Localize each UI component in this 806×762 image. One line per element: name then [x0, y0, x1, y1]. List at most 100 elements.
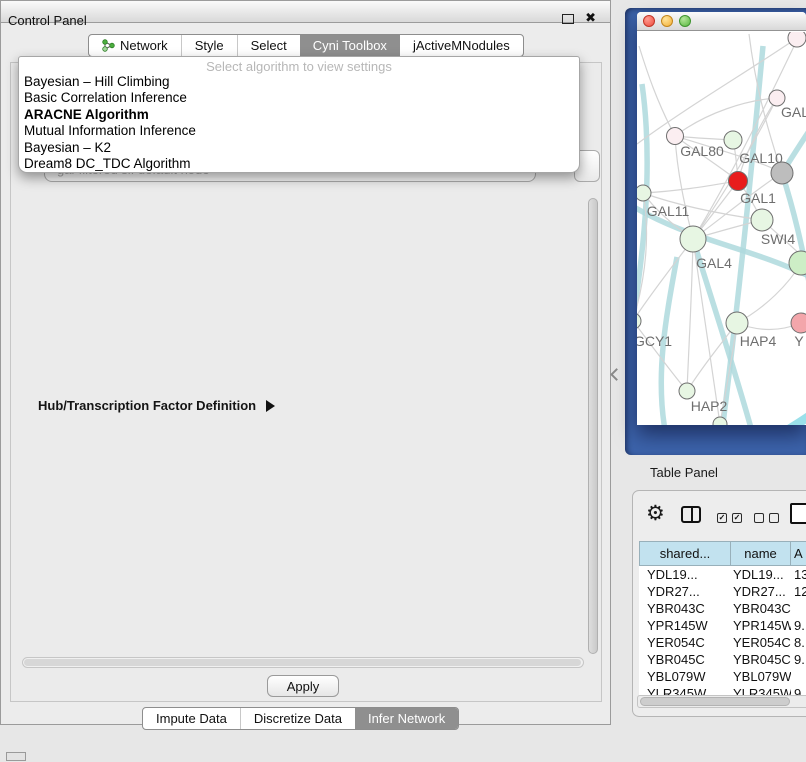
checked-column-icon[interactable]: ✓: [717, 513, 727, 523]
column-header-shared[interactable]: shared...: [639, 541, 731, 566]
tab-network[interactable]: Network: [89, 35, 181, 56]
tab-impute-data-label: Impute Data: [156, 711, 227, 726]
table-cell: YBR045C: [731, 651, 791, 668]
tab-discretize-data-label: Discretize Data: [254, 711, 342, 726]
network-node-gal1[interactable]: [729, 172, 748, 191]
tab-select[interactable]: Select: [237, 35, 300, 56]
zoom-button[interactable]: [679, 15, 691, 27]
network-node-gcy1[interactable]: [637, 313, 641, 329]
table-row[interactable]: YBL079WYBL079W: [639, 668, 806, 685]
table-cell: YBR043C: [639, 600, 731, 617]
node-label: Y: [794, 333, 804, 349]
network-edge[interactable]: [723, 46, 763, 424]
close-icon[interactable]: ✖: [585, 11, 596, 26]
table-file-icon[interactable]: [790, 503, 806, 524]
table-row[interactable]: YBR043CYBR043C: [639, 600, 806, 617]
float-window-icon[interactable]: [562, 14, 574, 24]
gear-icon[interactable]: ⚙: [646, 501, 665, 525]
tab-impute-data[interactable]: Impute Data: [143, 708, 240, 729]
node-label: GAL4: [696, 255, 732, 271]
minimize-button[interactable]: [661, 15, 673, 27]
network-edge[interactable]: [737, 263, 801, 323]
table-cell: YPR145W: [731, 617, 791, 634]
table-cell: YDR27...: [639, 583, 731, 600]
tab-network-label: Network: [120, 38, 168, 53]
node-label: GAL80: [680, 143, 724, 159]
network-node-y[interactable]: [791, 313, 806, 333]
algorithm-popup-placeholder: Select algorithm to view settings: [19, 59, 579, 74]
node-label: HAP2: [691, 398, 728, 414]
algorithm-popup: Select algorithm to view settings Bayesi…: [18, 56, 580, 173]
table-cell: 9.: [791, 617, 806, 634]
network-node-swi4[interactable]: [789, 251, 806, 275]
table-horizontal-scrollbar[interactable]: [637, 695, 806, 708]
algorithm-option[interactable]: Bayesian – Hill Climbing: [22, 74, 576, 90]
column-header-partial[interactable]: A: [791, 541, 806, 566]
table-row[interactable]: YDR27...YDR27...12: [639, 583, 806, 600]
collapsed-panel-icon[interactable]: [6, 752, 26, 761]
expander-arrow-icon: [266, 400, 275, 412]
network-edge[interactable]: [763, 412, 806, 425]
settings-horizontal-scrollbar[interactable]: [22, 657, 584, 668]
network-node-gal11[interactable]: [637, 185, 651, 201]
panel-title: Control Panel: [8, 13, 87, 28]
hub-definition-label: Hub/Transcription Factor Definition: [38, 398, 256, 413]
table-cell: 13: [791, 566, 806, 583]
node-label: GCY1: [637, 333, 672, 349]
table-row[interactable]: YDL19...YDL19...13: [639, 566, 806, 583]
network-edge[interactable]: [687, 239, 693, 391]
algorithm-option[interactable]: Mutual Information Inference: [22, 123, 576, 139]
table-header: shared... name A: [639, 541, 806, 566]
tab-style[interactable]: Style: [181, 35, 237, 56]
table-cell: 9.: [791, 651, 806, 668]
checked-column-icon[interactable]: ✓: [732, 513, 742, 523]
table-row[interactable]: YPR145WYPR145W9.: [639, 617, 806, 634]
network-node-gal80[interactable]: [667, 128, 684, 145]
table-cell: YBR045C: [639, 651, 731, 668]
network-node-hap2[interactable]: [679, 383, 695, 399]
unchecked-column-icon[interactable]: [754, 513, 764, 523]
settings-vertical-scrollbar[interactable]: [587, 196, 599, 658]
tab-jactivemnodules-label: jActiveMNodules: [413, 38, 510, 53]
split-columns-icon[interactable]: [681, 506, 701, 523]
table-cell: 8.: [791, 634, 806, 651]
tab-infer-network[interactable]: Infer Network: [355, 708, 458, 729]
network-view-window: GAL80GAL10GALGAL1GAL11SWI4GAL4GCY1HAP4YH…: [637, 12, 806, 425]
network-canvas[interactable]: GAL80GAL10GALGAL1GAL11SWI4GAL4GCY1HAP4YH…: [637, 32, 806, 425]
algorithm-option[interactable]: ARACNE Algorithm: [22, 107, 576, 123]
network-node-hap4[interactable]: [726, 312, 748, 334]
tab-cyni-toolbox-label: Cyni Toolbox: [313, 38, 387, 53]
table-row[interactable]: YBR045CYBR045C9.: [639, 651, 806, 668]
algorithm-option[interactable]: Bayesian – K2: [22, 140, 576, 156]
close-button[interactable]: [643, 15, 655, 27]
column-header-name[interactable]: name: [731, 541, 791, 566]
network-icon: [102, 39, 115, 52]
algorithm-option[interactable]: Dream8 DC_TDC Algorithm: [22, 156, 576, 172]
apply-button[interactable]: Apply: [267, 675, 339, 697]
network-node-gal10[interactable]: [724, 131, 742, 149]
node-label: SWI4: [761, 231, 795, 247]
tab-cyni-toolbox[interactable]: Cyni Toolbox: [300, 35, 400, 56]
table-cell: YER054C: [731, 634, 791, 651]
unchecked-column-icon[interactable]: [769, 513, 779, 523]
algorithm-option[interactable]: Basic Correlation Inference: [22, 90, 576, 106]
network-node[interactable]: [751, 209, 773, 231]
tab-style-label: Style: [195, 38, 224, 53]
bottom-tabbar: Impute Data Discretize Data Infer Networ…: [142, 707, 459, 730]
tab-infer-network-label: Infer Network: [368, 711, 445, 726]
table-body: YDL19...YDL19...13YDR27...YDR27...12YBR0…: [639, 566, 806, 696]
table-cell: YBL079W: [639, 668, 731, 685]
tab-jactivemnodules[interactable]: jActiveMNodules: [400, 35, 523, 56]
network-node-gal4[interactable]: [680, 226, 706, 252]
tab-select-label: Select: [251, 38, 287, 53]
network-node[interactable]: [788, 32, 806, 47]
node-label: GAL: [781, 104, 806, 120]
resize-grip[interactable]: [610, 368, 623, 381]
network-window-titlebar[interactable]: [637, 12, 806, 31]
table-panel-title: Table Panel: [650, 465, 718, 480]
algorithm-popup-list: Bayesian – Hill ClimbingBasic Correlatio…: [22, 74, 576, 172]
tab-discretize-data[interactable]: Discretize Data: [240, 708, 355, 729]
table-row[interactable]: YER054CYER054C8.: [639, 634, 806, 651]
hub-definition-expander[interactable]: Hub/Transcription Factor Definition: [38, 398, 275, 413]
table-cell: [791, 600, 806, 617]
